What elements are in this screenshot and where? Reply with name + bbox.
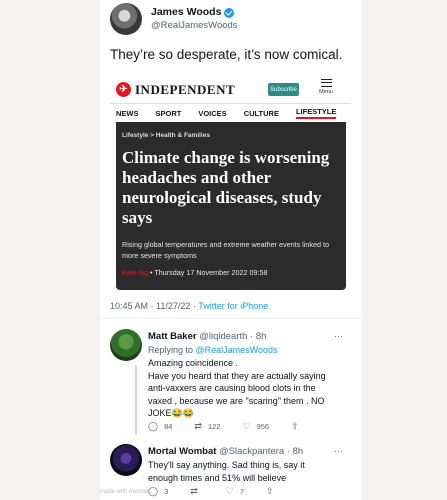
retweet-icon: ⇄: [190, 486, 198, 496]
article-byline: Kate Ng • Thursday 17 November 2022 09:5…: [122, 268, 267, 277]
author-name[interactable]: James Woods: [151, 6, 221, 19]
article-screenshot[interactable]: ✈ INDEPENDENT Subscribe Menu NEWS SPORT …: [110, 76, 351, 290]
replying-to: Replying to @RealJamesWoods: [148, 345, 278, 355]
article-hero: Lifestyle > Health & Families Climate ch…: [116, 122, 346, 290]
menu-button: Menu: [318, 79, 334, 95]
subscribe-button: Subscribe: [268, 83, 299, 96]
tweet-card: James Woods @RealJamesWoods They’re so d…: [100, 0, 362, 500]
share-icon: ⇧: [266, 486, 274, 496]
reply-icon: ◯: [148, 421, 159, 431]
avatar[interactable]: [110, 329, 142, 361]
nav-voices: VOICES: [198, 108, 227, 118]
like-button[interactable]: ♡ 7: [226, 486, 244, 497]
nav-lifestyle: LIFESTYLE: [295, 107, 337, 119]
nav-culture: CULTURE: [243, 108, 279, 118]
share-button[interactable]: ⇧: [266, 486, 280, 497]
divider: [100, 318, 362, 319]
watermark: made with mematic: [100, 489, 152, 495]
article-date: • Thursday 17 November 2022 09:58: [147, 268, 268, 277]
reply-button[interactable]: ◯ 84: [148, 421, 172, 432]
article-author: Kate Ng: [122, 268, 148, 277]
tweet-text: They’re so desperate, it’s now comical.: [110, 47, 343, 62]
publication-logo: INDEPENDENT: [135, 81, 236, 97]
retweet-icon: ⇄: [194, 421, 202, 431]
avatar[interactable]: [110, 3, 142, 35]
reply-text: They'll say anything. Sad thing is, say …: [148, 460, 305, 483]
author-handle[interactable]: @RealJamesWoods: [151, 19, 238, 32]
more-options-icon[interactable]: ···: [334, 331, 343, 341]
article-standfirst: Rising global temperatures and extreme w…: [122, 240, 329, 260]
article-nav: NEWS SPORT VOICES CULTURE LIFESTYLE: [110, 105, 351, 121]
hamburger-icon: [320, 79, 332, 87]
tweet-header: James Woods @RealJamesWoods: [110, 3, 238, 35]
breadcrumb: Lifestyle > Health & Families: [122, 132, 210, 139]
reply-actions: ◯ 3 ⇄ ♡ 7 ⇧: [148, 486, 302, 497]
reply-author-name[interactable]: Mortal Wombat: [148, 446, 216, 457]
heart-icon: ♡: [242, 421, 251, 431]
share-button[interactable]: ⇧: [291, 421, 305, 432]
reply-handle-time[interactable]: @Slackpantera · 8h: [216, 446, 303, 457]
reply-handle-time[interactable]: @liqidearth · 8h: [197, 331, 266, 342]
article-header: ✈ INDEPENDENT Subscribe Menu: [110, 76, 351, 104]
nav-news: NEWS: [116, 108, 139, 118]
like-button[interactable]: ♡ 956: [242, 421, 269, 432]
retweet-button[interactable]: ⇄ 122: [194, 421, 220, 432]
tweet-metadata: 10:45 AM · 11/27/22 · Twitter for iPhone: [110, 301, 268, 311]
reply-author-name[interactable]: Matt Baker: [148, 331, 197, 342]
tweet-source[interactable]: Twitter for iPhone: [198, 301, 268, 311]
avatar[interactable]: [110, 444, 142, 476]
tweet-timestamp[interactable]: 10:45 AM · 11/27/22 ·: [110, 301, 198, 311]
more-options-icon[interactable]: ···: [334, 446, 343, 456]
share-icon: ⇧: [291, 421, 299, 431]
nav-sport: SPORT: [155, 108, 182, 118]
article-headline: Climate change is worsening headaches an…: [122, 148, 330, 227]
reply-text: Amazing coincidence . Have you heard tha…: [148, 358, 326, 418]
heart-icon: ♡: [225, 486, 234, 496]
eagle-logo-icon: ✈: [116, 82, 131, 97]
thread-line: [135, 365, 137, 435]
replying-to-link[interactable]: @RealJamesWoods: [196, 345, 278, 355]
retweet-button[interactable]: ⇄: [190, 486, 204, 497]
reply-actions: ◯ 84 ⇄ 122 ♡ 956 ⇧: [148, 421, 327, 432]
verified-icon: [224, 7, 235, 18]
